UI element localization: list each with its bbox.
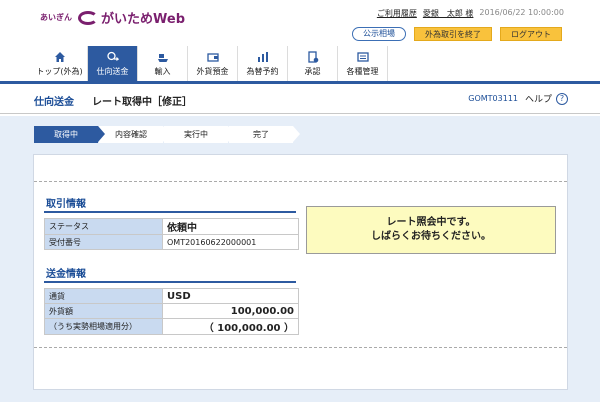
management-icon xyxy=(356,51,369,62)
amount-value: 100,000.00 xyxy=(162,303,299,319)
nav-item-remittance[interactable]: 仕向送金 xyxy=(88,46,138,81)
progress-steps: 取得中 内容確認 実行中 完了 xyxy=(34,126,300,143)
logo-main-text: がいためWeb xyxy=(101,12,185,27)
status-value: 依頼中 xyxy=(162,218,299,235)
help-icon[interactable]: ? xyxy=(556,92,568,105)
remit-info-underline xyxy=(44,281,296,283)
divider-bottom xyxy=(34,347,567,348)
receipt-number-value: OMT20160622000001 xyxy=(162,234,299,250)
help-link[interactable]: ヘルプ ? xyxy=(525,92,568,105)
step-complete: 完了 xyxy=(229,126,300,143)
table-row: （うち実勢相場適用分） （ 100,000.00 ） xyxy=(44,318,299,335)
currency-value: USD xyxy=(162,288,299,304)
market-rate-label: （うち実勢相場適用分） xyxy=(44,318,163,335)
nav-item-import[interactable]: 輸入 xyxy=(138,46,188,81)
nav-label-top: トップ(外為) xyxy=(36,66,83,76)
main-content: 取得中 内容確認 実行中 完了 取引情報 ステータス 依頼中 受付番号 OMT2… xyxy=(0,116,600,402)
currency-label: 通貨 xyxy=(44,288,163,304)
user-name[interactable]: 愛銀 太郎 様 xyxy=(423,8,474,19)
main-nav: トップ(外為) 仕向送金 輸入 外貨預金 為替予約 承認 各種管理 xyxy=(0,46,600,84)
bank-logo[interactable]: あいぎん がいためWeb xyxy=(40,8,185,27)
nav-label-approval: 承認 xyxy=(304,66,321,76)
logout-button[interactable]: ログアウト xyxy=(500,27,562,41)
transfer-icon xyxy=(106,51,119,61)
help-label: ヘルプ xyxy=(524,95,552,105)
nav-label-remittance: 仕向送金 xyxy=(96,66,129,76)
nav-item-forward[interactable]: 為替予約 xyxy=(238,46,288,81)
market-rate-value: （ 100,000.00 ） xyxy=(162,318,299,335)
trade-info-table: ステータス 依頼中 受付番号 OMT20160622000001 xyxy=(44,218,299,250)
user-info: ご利用履歴 愛銀 太郎 様 2016/06/22 10:00:00 xyxy=(377,8,564,19)
nav-label-import: 輸入 xyxy=(154,66,171,76)
wallet-icon xyxy=(206,52,219,62)
login-datetime: 2016/06/22 10:00:00 xyxy=(479,8,564,17)
approval-icon xyxy=(307,50,318,63)
logo-small-text: あいぎん xyxy=(40,13,72,22)
nav-label-forward: 為替予約 xyxy=(246,66,279,76)
screen-id: GOMT03111 xyxy=(468,94,518,103)
chart-icon xyxy=(257,51,268,62)
ship-icon xyxy=(157,53,168,62)
home-icon xyxy=(54,51,65,62)
nav-item-top[interactable]: トップ(外為) xyxy=(32,46,88,81)
page-title: レート取得中［修正］ xyxy=(92,97,192,108)
receipt-number-label: 受付番号 xyxy=(44,234,163,250)
content-panel: 取引情報 ステータス 依頼中 受付番号 OMT20160622000001 送金… xyxy=(33,154,568,390)
public-rate-button[interactable]: 公示相場 xyxy=(352,27,406,41)
nav-item-deposit[interactable]: 外貨預金 xyxy=(188,46,238,81)
amount-label: 外貨額 xyxy=(44,303,163,319)
trade-info-underline xyxy=(44,211,296,213)
nav-label-deposit: 外貨預金 xyxy=(196,66,229,76)
remit-info-table: 通貨 USD 外貨額 100,000.00 （うち実勢相場適用分） （ 100,… xyxy=(44,288,299,335)
nav-label-management: 各種管理 xyxy=(346,66,379,76)
notice-line1: レート照会中です。 xyxy=(386,217,476,228)
header: あいぎん がいためWeb ご利用履歴 愛銀 太郎 様 2016/06/22 10… xyxy=(0,0,600,46)
table-row: 受付番号 OMT20160622000001 xyxy=(44,234,299,250)
history-link[interactable]: ご利用履歴 xyxy=(377,8,417,19)
table-row: 外貨額 100,000.00 xyxy=(44,303,299,319)
nav-item-approval[interactable]: 承認 xyxy=(288,46,338,81)
title-bar: 仕向送金 レート取得中［修正］ GOMT03111 ヘルプ ? xyxy=(0,84,600,114)
nav-item-management[interactable]: 各種管理 xyxy=(338,46,388,81)
table-row: 通貨 USD xyxy=(44,288,299,304)
page-category: 仕向送金 xyxy=(34,97,74,108)
header-buttons: 公示相場 外為取引を終了 ログアウト xyxy=(352,27,562,41)
step-acquiring: 取得中 xyxy=(34,126,105,143)
end-trading-button[interactable]: 外為取引を終了 xyxy=(414,27,492,41)
step-confirm: 内容確認 xyxy=(99,126,170,143)
trade-info-title: 取引情報 xyxy=(46,199,86,210)
remit-info-title: 送金情報 xyxy=(46,269,86,280)
table-row: ステータス 依頼中 xyxy=(44,218,299,235)
notice-line2: しばらくお待ちください。 xyxy=(371,231,491,242)
status-label: ステータス xyxy=(44,218,163,235)
divider-top xyxy=(34,181,567,182)
rate-inquiry-notice: レート照会中です。 しばらくお待ちください。 xyxy=(306,206,556,254)
step-executing: 実行中 xyxy=(164,126,235,143)
logo-mark-icon xyxy=(78,10,98,25)
